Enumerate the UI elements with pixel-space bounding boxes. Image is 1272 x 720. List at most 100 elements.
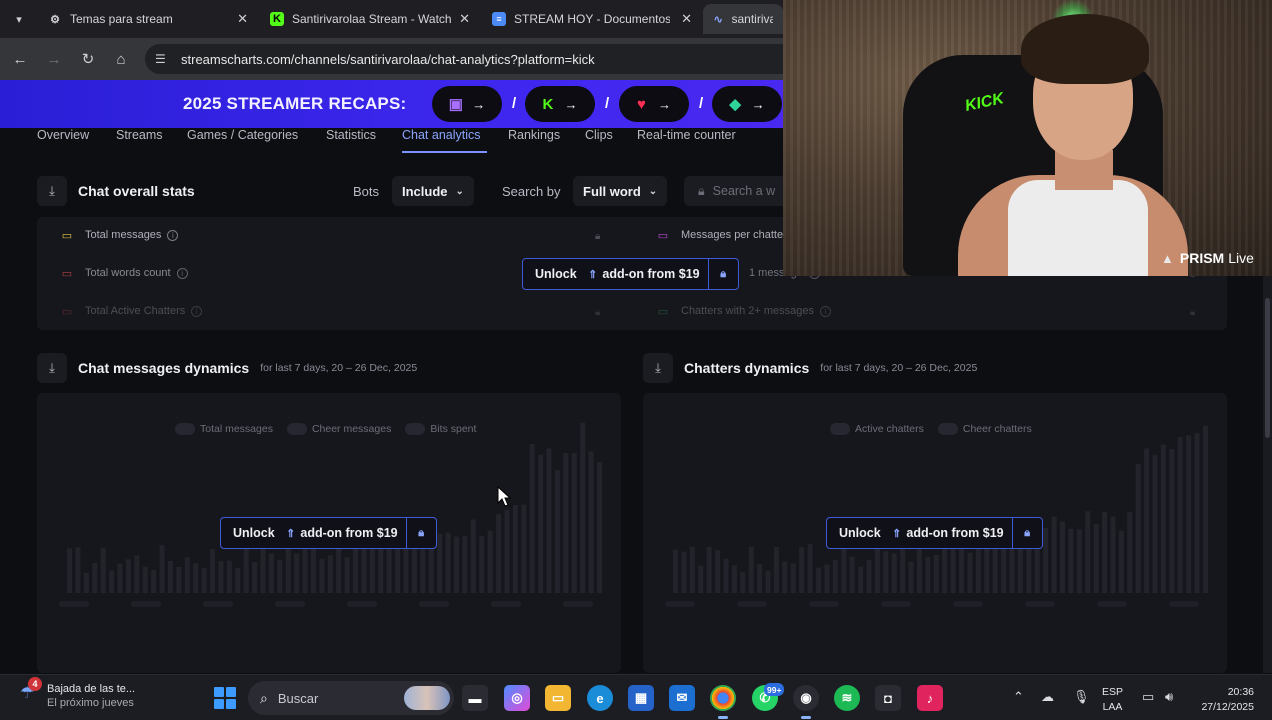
placeholder-bar xyxy=(1144,448,1150,593)
site-info-icon[interactable]: ☰ xyxy=(155,52,173,66)
placeholder-bar xyxy=(437,533,443,593)
twitch-recap-button[interactable]: ▣ → xyxy=(432,86,502,122)
prism-live-watermark: ▲ PRISM Live xyxy=(1161,250,1254,266)
unlock-label-group: Unlock ⇑ add-on from $19 xyxy=(523,267,708,281)
back-arrow-icon[interactable]: ← xyxy=(10,49,30,69)
tiktok-icon[interactable]: ♪ xyxy=(917,685,943,711)
placeholder-bar xyxy=(816,567,822,593)
placeholder-bar xyxy=(1043,527,1049,593)
info-icon[interactable]: i xyxy=(176,267,188,279)
tab-streamscharts[interactable]: ∿ santirivaro xyxy=(703,4,783,34)
placeholder-tick xyxy=(563,601,593,607)
overall-stats-header: ⤓ Chat overall stats xyxy=(37,176,195,206)
outlook-icon[interactable]: ✉ xyxy=(669,685,695,711)
address-bar[interactable]: ☰ streamscharts.com/channels/santirivaro… xyxy=(145,44,805,74)
obs-icon[interactable]: ◉ xyxy=(793,685,819,719)
download-icon[interactable]: ⤓ xyxy=(37,176,67,206)
tab-temas[interactable]: ⚙ Temas para stream ✕ xyxy=(38,4,256,34)
tab-title: santirivaro xyxy=(731,12,774,26)
tab-overview[interactable]: Overview xyxy=(37,128,89,142)
file-explorer-icon[interactable]: ▭ xyxy=(545,685,571,711)
placeholder-bar xyxy=(832,560,838,593)
task-view-icon[interactable]: ▬ xyxy=(462,685,488,711)
stat-label: Total words count xyxy=(85,267,171,279)
placeholder-bar xyxy=(689,546,695,593)
system-clock[interactable]: 20:36 27/12/2025 xyxy=(1194,685,1254,715)
placeholder-bar xyxy=(521,504,527,593)
info-icon[interactable]: i xyxy=(191,305,203,317)
placeholder-bar xyxy=(824,564,830,593)
tab-kick-stream[interactable]: K Santirivarolaa Stream - Watch L ✕ xyxy=(260,4,478,34)
placeholder-bar xyxy=(336,547,342,593)
forward-arrow-icon[interactable]: → xyxy=(44,49,64,69)
placeholder-bar xyxy=(883,551,889,593)
chrome-icon[interactable] xyxy=(710,685,736,719)
placeholder-bar xyxy=(723,558,729,593)
tab-docs[interactable]: ≡ STREAM HOY - Documentos de ✕ xyxy=(482,4,700,34)
placeholder-tick xyxy=(737,601,767,607)
volume-icon[interactable]: 🔊︎ xyxy=(1165,689,1173,705)
copilot-icon[interactable]: ◎ xyxy=(504,685,530,711)
scrollbar-thumb[interactable] xyxy=(1265,298,1270,438)
placeholder-bar xyxy=(151,569,157,593)
streamer-hair xyxy=(1021,14,1149,84)
placeholder-bar xyxy=(1093,524,1099,593)
download-icon[interactable]: ⤓ xyxy=(37,353,67,383)
bots-value: Include xyxy=(402,183,448,199)
unlock-addon-button[interactable]: Unlock ⇑ add-on from $19 🔒︎ xyxy=(826,517,1043,549)
camera-app-icon[interactable]: ◘ xyxy=(875,685,901,711)
reload-icon[interactable]: ↻ xyxy=(78,49,98,69)
chatters-icon: ▭ xyxy=(61,305,73,318)
weather-text: Bajada de las te... El próximo jueves xyxy=(47,683,135,709)
gem-recap-button[interactable]: ◆ → xyxy=(712,86,782,122)
lock-icon: 🔒︎ xyxy=(405,518,436,548)
tab-search-chevron-icon[interactable]: ▾ xyxy=(8,8,30,30)
tab-rankings[interactable]: Rankings xyxy=(508,128,560,142)
tab-chat-analytics[interactable]: Chat analytics xyxy=(402,128,481,142)
edge-icon[interactable]: e xyxy=(587,685,613,711)
store-icon[interactable]: ▦ xyxy=(628,685,654,711)
placeholder-bar xyxy=(740,572,746,593)
network-app-icon[interactable]: ☁ xyxy=(1041,689,1054,705)
unlock-addon-button[interactable]: Unlock ⇑ add-on from $19 🔒︎ xyxy=(522,258,739,290)
chevron-down-icon: ⌄ xyxy=(455,185,464,197)
spotify-icon[interactable]: ≋ xyxy=(834,685,860,711)
download-icon[interactable]: ⤓ xyxy=(643,353,673,383)
windows-start-icon[interactable] xyxy=(214,687,236,709)
tab-statistics[interactable]: Statistics xyxy=(326,128,376,142)
close-icon[interactable]: ✕ xyxy=(237,11,248,27)
weather-subline: El próximo jueves xyxy=(47,697,134,709)
heart-recap-button[interactable]: ♥ → xyxy=(619,86,689,122)
close-icon[interactable]: ✕ xyxy=(681,11,692,27)
info-icon[interactable]: i xyxy=(819,305,831,317)
search-by-dropdown[interactable]: Full word ⌄ xyxy=(573,176,668,206)
bots-dropdown[interactable]: Include ⌄ xyxy=(392,176,474,206)
placeholder-bar xyxy=(799,547,805,593)
kick-recap-button[interactable]: K → xyxy=(525,86,595,122)
placeholder-bar xyxy=(1076,529,1082,593)
close-icon[interactable]: ✕ xyxy=(459,11,470,27)
addon-price: add-on from $19 xyxy=(300,526,398,540)
prism-brand: PRISM xyxy=(1179,250,1225,266)
unlock-text: Unlock xyxy=(233,526,275,540)
placeholder-tick xyxy=(59,601,89,607)
docs-favicon-icon: ≡ xyxy=(492,12,506,26)
tab-games-categories[interactable]: Games / Categories xyxy=(187,128,298,142)
placeholder-bar xyxy=(706,546,712,593)
home-icon[interactable]: ⌂ xyxy=(111,49,131,69)
display-icon[interactable]: ▭ xyxy=(1142,689,1154,705)
language-indicator[interactable]: ESP LAA xyxy=(1102,685,1123,715)
chevron-down-icon: ⌄ xyxy=(648,185,658,197)
info-icon[interactable]: i xyxy=(167,229,179,241)
microphone-icon[interactable]: 🎙︎ xyxy=(1073,689,1090,705)
weather-widget[interactable]: ☂ 4 Bajada de las te... El próximo jueves xyxy=(20,677,135,709)
running-indicator xyxy=(718,716,728,719)
unlock-addon-button[interactable]: Unlock ⇑ add-on from $19 🔒︎ xyxy=(220,517,437,549)
taskbar-search[interactable]: ⌕ Buscar xyxy=(248,681,454,715)
tab-real-time-counter[interactable]: Real-time counter xyxy=(637,128,736,142)
placeholder-tick xyxy=(1169,601,1199,607)
tab-streams[interactable]: Streams xyxy=(116,128,163,142)
tab-clips[interactable]: Clips xyxy=(585,128,613,142)
chevron-up-icon[interactable]: ⌃ xyxy=(1013,689,1024,705)
arrow-right-icon: → xyxy=(472,96,486,112)
